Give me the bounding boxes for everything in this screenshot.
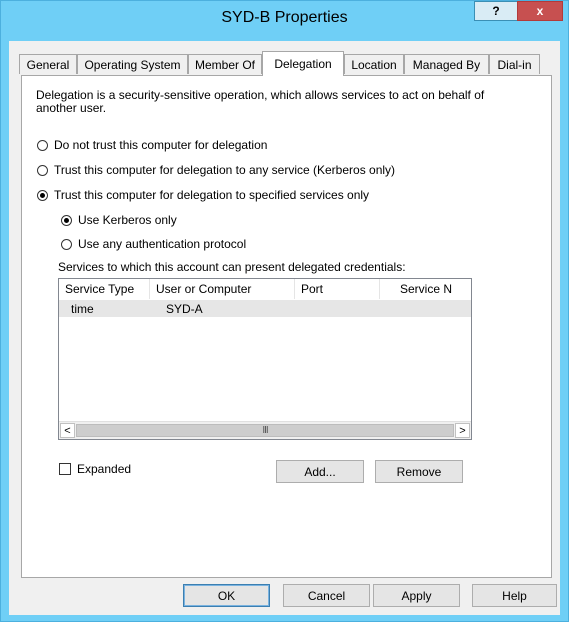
title-bar[interactable]: SYD-B Properties ? x: [1, 1, 568, 41]
option-no-delegation-label: Do not trust this computer for delegatio…: [54, 138, 268, 152]
tab-dial-in[interactable]: Dial-in: [489, 54, 540, 74]
radio-any-protocol[interactable]: [61, 238, 72, 250]
radio-specified-services[interactable]: [37, 189, 48, 201]
option-no-delegation[interactable]: Do not trust this computer for delegatio…: [37, 138, 267, 152]
option-kerberos-only[interactable]: Use Kerberos only: [61, 213, 177, 227]
option-kerberos-only-label: Use Kerberos only: [78, 213, 177, 227]
apply-button[interactable]: Apply: [373, 584, 460, 607]
tab-location[interactable]: Location: [344, 54, 404, 74]
option-specified-services[interactable]: Trust this computer for delegation to sp…: [37, 188, 369, 202]
option-any-service-label: Trust this computer for delegation to an…: [54, 163, 396, 177]
tab-delegation[interactable]: Delegation: [262, 51, 344, 76]
horizontal-scrollbar[interactable]: < III >: [59, 421, 471, 439]
scroll-right-button[interactable]: >: [455, 423, 470, 438]
expanded-checkbox[interactable]: [59, 463, 71, 475]
radio-kerberos-only[interactable]: [61, 214, 72, 226]
column-port[interactable]: Port: [295, 279, 380, 299]
close-icon: x: [536, 4, 544, 18]
option-any-protocol[interactable]: Use any authentication protocol: [61, 237, 246, 251]
option-specified-services-label: Trust this computer for delegation to sp…: [54, 188, 370, 202]
add-button[interactable]: Add...: [276, 460, 364, 483]
title-help-button[interactable]: ?: [474, 1, 518, 21]
question-icon: ?: [492, 4, 500, 18]
tab-general[interactable]: General: [19, 54, 77, 74]
radio-any-service[interactable]: [37, 164, 48, 176]
grip-icon: III: [262, 425, 268, 436]
delegation-panel: Delegation is a security-sensitive opera…: [21, 75, 552, 578]
option-any-protocol-label: Use any authentication protocol: [78, 237, 247, 251]
scroll-thumb[interactable]: III: [76, 424, 454, 437]
cell-service-type: time: [71, 302, 94, 316]
tab-operating-system[interactable]: Operating System: [77, 54, 188, 74]
table-row[interactable]: time SYD-A: [59, 300, 471, 317]
list-header: Service Type User or Computer Port Servi…: [59, 279, 471, 301]
tab-member-of[interactable]: Member Of: [188, 54, 262, 74]
chevron-left-icon: <: [64, 424, 71, 437]
cell-user-or-computer: SYD-A: [166, 302, 203, 316]
dialog-client-area: General Operating System Member Of Deleg…: [9, 41, 560, 615]
properties-dialog: SYD-B Properties ? x General Operating S…: [0, 0, 569, 622]
radio-no-delegation[interactable]: [37, 139, 48, 151]
close-button[interactable]: x: [517, 1, 563, 21]
column-service-type[interactable]: Service Type: [59, 279, 150, 299]
option-any-service[interactable]: Trust this computer for delegation to an…: [37, 163, 395, 177]
cancel-button[interactable]: Cancel: [283, 584, 370, 607]
column-service-name[interactable]: Service N: [380, 279, 471, 299]
services-list[interactable]: Service Type User or Computer Port Servi…: [58, 278, 472, 440]
scroll-left-button[interactable]: <: [60, 423, 75, 438]
expanded-option[interactable]: Expanded: [59, 462, 131, 476]
ok-button[interactable]: OK: [183, 584, 270, 607]
help-button[interactable]: Help: [472, 584, 557, 607]
chevron-right-icon: >: [459, 424, 466, 437]
delegation-description: Delegation is a security-sensitive opera…: [36, 88, 485, 115]
tab-managed-by[interactable]: Managed By: [404, 54, 489, 74]
column-user-or-computer[interactable]: User or Computer: [150, 279, 295, 299]
expanded-label: Expanded: [77, 462, 132, 476]
remove-button[interactable]: Remove: [375, 460, 463, 483]
services-label: Services to which this account can prese…: [58, 260, 406, 274]
